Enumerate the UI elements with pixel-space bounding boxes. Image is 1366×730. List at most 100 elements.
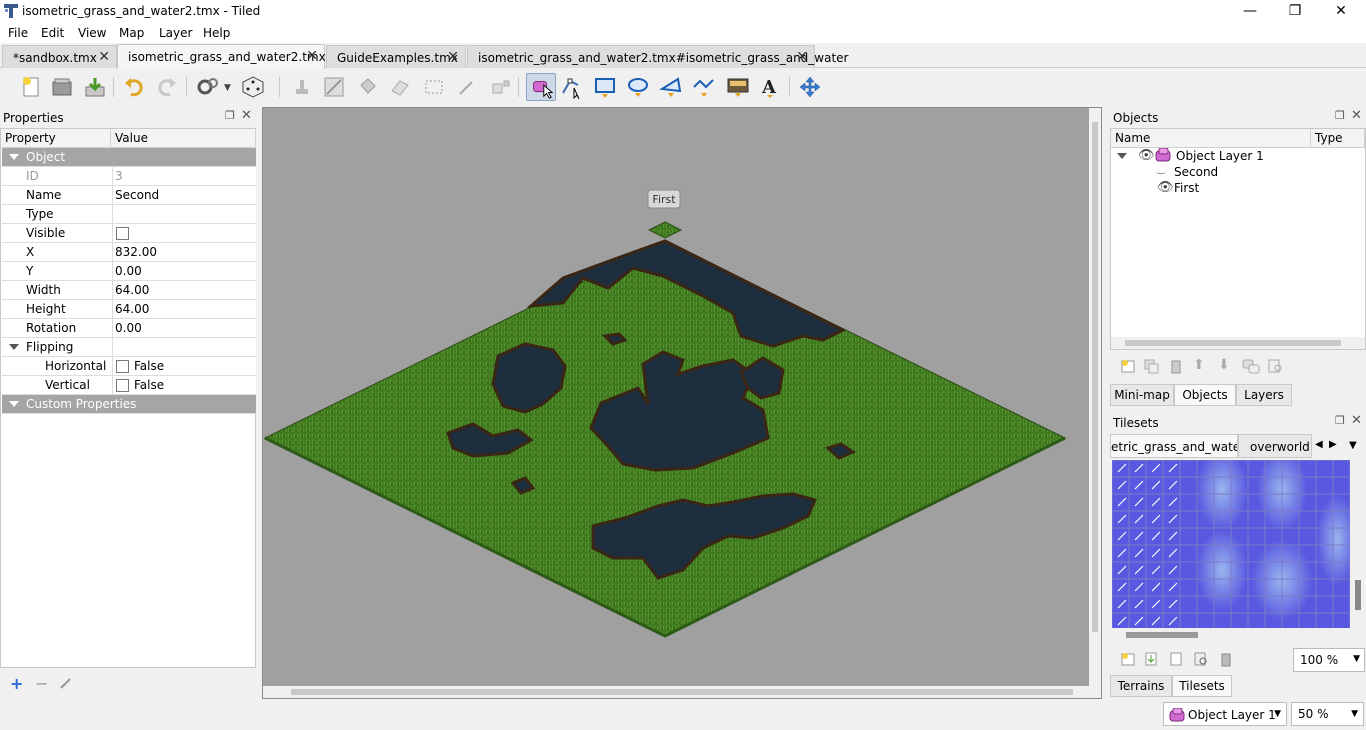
dropdown-arrow-icon[interactable]: ▼: [1274, 709, 1281, 719]
import-tileset-icon[interactable]: [1143, 651, 1159, 667]
visibility-eye-icon[interactable]: 👁: [1138, 148, 1155, 163]
close-tab-icon[interactable]: ✕: [306, 48, 318, 64]
name-value[interactable]: Second: [115, 188, 159, 202]
close-panel-icon[interactable]: ✕: [1351, 413, 1362, 428]
column-header-type[interactable]: Type: [1311, 129, 1365, 148]
tileset-view[interactable]: [1112, 460, 1350, 628]
property-row-horizontal[interactable]: Horizontal False: [2, 357, 256, 376]
menu-edit[interactable]: Edit: [41, 26, 64, 40]
undo-icon[interactable]: [123, 75, 147, 99]
close-tab-icon[interactable]: ✕: [447, 49, 459, 65]
scrollbar-thumb[interactable]: [1126, 632, 1198, 638]
x-value[interactable]: 832.00: [115, 245, 157, 259]
close-panel-icon[interactable]: ✕: [241, 108, 252, 123]
scroll-left-icon[interactable]: ◀: [1315, 439, 1323, 450]
horizontal-scrollbar[interactable]: [1112, 630, 1350, 640]
close-panel-icon[interactable]: ✕: [1351, 108, 1362, 123]
group-flipping[interactable]: Flipping: [2, 338, 256, 357]
close-tab-icon[interactable]: ✕: [796, 49, 808, 65]
insert-tile-icon[interactable]: [726, 75, 750, 99]
insert-polyline-icon[interactable]: [692, 75, 716, 99]
current-layer-select[interactable]: Object Layer 1 ▼: [1163, 702, 1287, 726]
expand-arrow-icon[interactable]: [1117, 153, 1127, 159]
menu-layer[interactable]: Layer: [159, 26, 192, 40]
column-header-property[interactable]: Property: [1, 129, 111, 148]
group-custom-properties[interactable]: Custom Properties: [2, 395, 256, 414]
tab-mini-map[interactable]: Mini-map: [1110, 384, 1174, 406]
width-value[interactable]: 64.00: [115, 283, 149, 297]
tab-terrains[interactable]: Terrains: [1110, 675, 1172, 697]
isometric-map[interactable]: First: [263, 108, 1089, 686]
new-tileset-icon[interactable]: [1120, 651, 1136, 667]
remove-property-icon[interactable]: −: [35, 674, 48, 693]
random-icon[interactable]: [241, 75, 265, 99]
dropdown-arrow-icon[interactable]: ▼: [1351, 709, 1358, 719]
float-panel-icon[interactable]: ❐: [1335, 414, 1345, 427]
move-down-icon[interactable]: ⬇: [1218, 357, 1230, 373]
restore-button[interactable]: ❐: [1272, 0, 1318, 23]
add-property-icon[interactable]: +: [10, 674, 23, 693]
vertical-checkbox[interactable]: [116, 379, 129, 392]
property-row-y[interactable]: Y 0.00: [2, 262, 256, 281]
menu-view[interactable]: View: [78, 26, 106, 40]
edit-tileset-icon[interactable]: [1193, 651, 1209, 667]
property-row-height[interactable]: Height 64.00: [2, 300, 256, 319]
open-icon[interactable]: [50, 75, 74, 99]
new-icon[interactable]: [19, 75, 43, 99]
duplicate-objects-icon[interactable]: [1143, 358, 1159, 374]
close-button[interactable]: ✕: [1318, 0, 1364, 23]
horizontal-checkbox[interactable]: [116, 360, 129, 373]
map-view[interactable]: First: [262, 107, 1102, 699]
horizontal-scrollbar[interactable]: [1111, 337, 1365, 349]
tab-layers[interactable]: Layers: [1236, 384, 1292, 406]
menu-help[interactable]: Help: [203, 26, 230, 40]
tab-tileset-isometric-grass-and-water[interactable]: isometric_grass_and_water2.tmx#isometric…: [467, 45, 849, 68]
y-value[interactable]: 0.00: [115, 264, 142, 278]
select-objects-icon[interactable]: [526, 73, 556, 101]
move-up-icon[interactable]: ⬆: [1193, 357, 1205, 373]
tab-isometric-grass-and-water2[interactable]: isometric_grass_and_water2.tmx ✕: [117, 44, 326, 69]
select-same-icon[interactable]: [489, 75, 513, 99]
vertical-scrollbar[interactable]: [1089, 108, 1101, 686]
insert-ellipse-icon[interactable]: [626, 75, 650, 99]
save-icon[interactable]: [83, 75, 107, 99]
map-zoom-select[interactable]: 50 % ▼: [1291, 702, 1364, 726]
vertical-scrollbar[interactable]: [1352, 460, 1364, 628]
redo-icon[interactable]: [154, 75, 178, 99]
tab-sandbox[interactable]: *sandbox.tmx ✕: [2, 45, 117, 68]
collapse-arrow-icon[interactable]: [9, 401, 19, 407]
dropdown-arrow-icon[interactable]: ▼: [1353, 654, 1360, 664]
property-row-vertical[interactable]: Vertical False: [2, 376, 256, 395]
close-tab-icon[interactable]: ✕: [98, 49, 110, 65]
terrain-brush-icon[interactable]: [322, 75, 346, 99]
insert-polygon-icon[interactable]: [659, 75, 683, 99]
stamp-icon[interactable]: [290, 75, 314, 99]
insert-text-icon[interactable]: A: [758, 75, 782, 99]
visible-checkbox[interactable]: [116, 227, 129, 240]
tileset-tab-overworld[interactable]: overworld: [1238, 434, 1312, 458]
property-row-width[interactable]: Width 64.00: [2, 281, 256, 300]
scroll-right-icon[interactable]: ▶: [1329, 439, 1337, 450]
remove-objects-icon[interactable]: [1168, 358, 1184, 374]
move-to-layer-icon[interactable]: [1242, 358, 1260, 374]
scrollbar-thumb[interactable]: [1092, 122, 1098, 632]
rotation-value[interactable]: 0.00: [115, 321, 142, 335]
magic-wand-icon[interactable]: [455, 75, 479, 99]
tab-objects[interactable]: Objects: [1174, 384, 1236, 406]
tab-guide-examples[interactable]: GuideExamples.tmx ✕: [326, 45, 466, 68]
minimize-button[interactable]: —: [1227, 0, 1273, 23]
menu-map[interactable]: Map: [119, 26, 144, 40]
move-icon[interactable]: [798, 75, 822, 99]
property-row-visible[interactable]: Visible: [2, 224, 256, 243]
scrollbar-thumb[interactable]: [1355, 580, 1361, 610]
tileset-zoom-select[interactable]: 100 % ▼: [1293, 648, 1365, 672]
collapse-arrow-icon[interactable]: [9, 154, 19, 160]
property-row-name[interactable]: Name Second: [2, 186, 256, 205]
float-panel-icon[interactable]: ❐: [1335, 109, 1345, 122]
hidden-eye-icon[interactable]: ‿: [1157, 164, 1165, 175]
scrollbar-thumb[interactable]: [1125, 340, 1341, 346]
height-value[interactable]: 64.00: [115, 302, 149, 316]
eraser-icon[interactable]: [388, 75, 412, 99]
export-tileset-icon[interactable]: [1168, 651, 1184, 667]
dropdown-arrow-icon[interactable]: ▼: [224, 83, 231, 93]
